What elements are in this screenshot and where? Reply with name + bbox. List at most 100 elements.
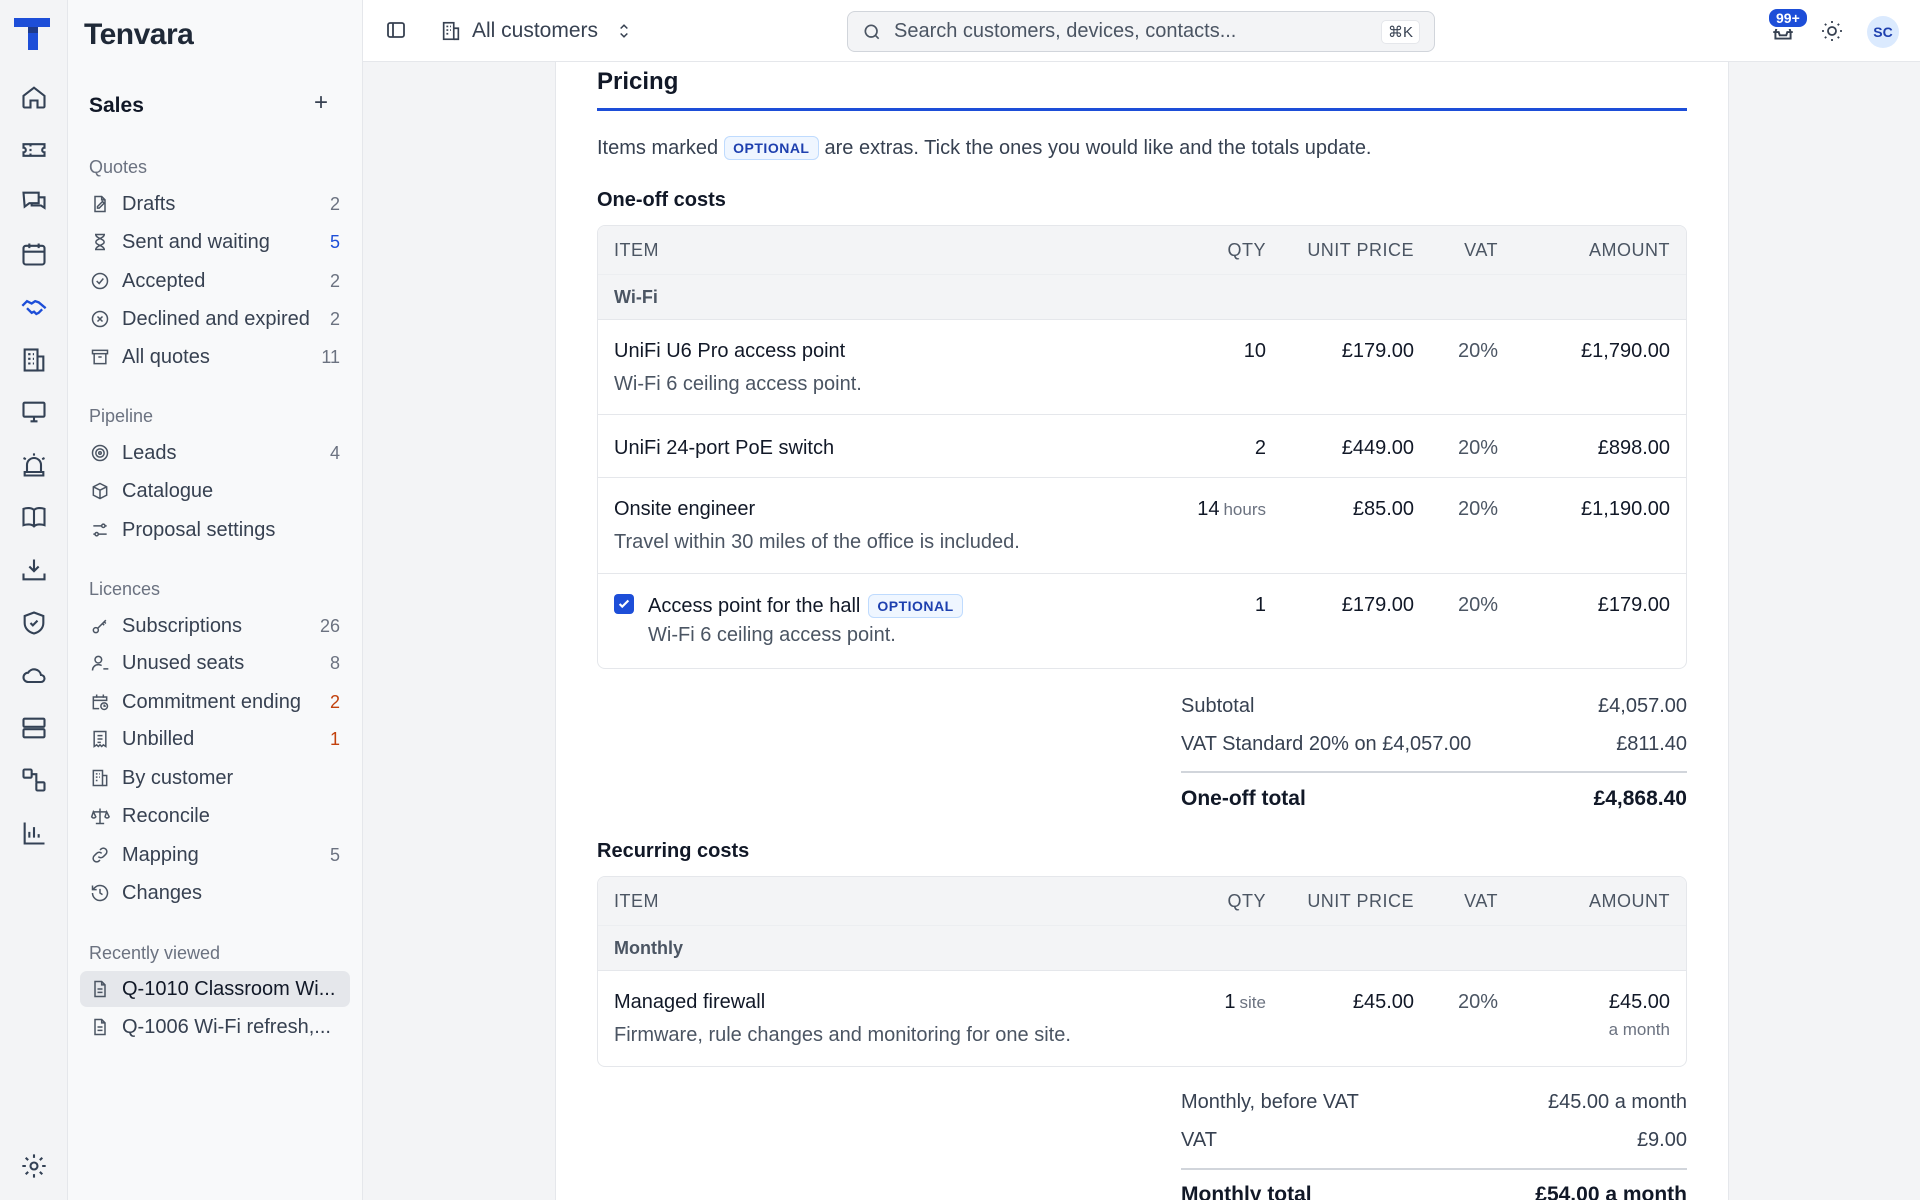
book-icon[interactable] [20, 503, 48, 531]
optional-tag: OPTIONAL [868, 594, 963, 618]
sidebar-toggle-icon[interactable] [384, 18, 408, 42]
recurring-total-row: Monthly total £54.00 a month [1181, 1183, 1687, 1200]
user-avatar[interactable]: SC [1867, 16, 1899, 48]
item-description: Travel within 30 miles of the office is … [614, 531, 1020, 553]
calendar-clock-icon [90, 692, 110, 712]
total-label: One-off total [1181, 787, 1306, 810]
sidebar-item-count: 5 [329, 231, 340, 252]
chevrons-up-down-icon [614, 21, 634, 41]
building-icon [90, 768, 110, 788]
package-icon [90, 481, 110, 501]
oneoff-heading: One-off costs [597, 189, 726, 211]
sidebar-item-count: 2 [329, 193, 340, 214]
sidebar-item-label: Proposal settings [122, 518, 276, 541]
calendar-icon[interactable] [20, 240, 48, 268]
sidebar-item-by-customer[interactable]: By customer [80, 760, 350, 796]
sidebar-item-label: Mapping [122, 843, 199, 866]
chat-icon[interactable] [20, 188, 48, 216]
sidebar-item-unused-seats[interactable]: Unused seats 8 [80, 645, 350, 681]
add-icon[interactable]: + [310, 91, 332, 115]
siren-icon[interactable] [20, 451, 48, 479]
optional-item-checkbox[interactable] [614, 594, 634, 614]
col-item: ITEM [614, 890, 659, 911]
table-row: Onsite engineer Travel within 30 miles of… [598, 478, 1686, 574]
item-name: Managed firewall [614, 991, 766, 1013]
item-vat: 20% [1457, 437, 1498, 459]
receipt-icon [90, 729, 110, 749]
x-circle-icon [90, 309, 110, 329]
chart-icon[interactable] [20, 819, 48, 847]
pricing-intro: Items marked OPTIONAL are extras. Tick t… [597, 136, 1372, 160]
workflow-icon[interactable] [20, 766, 48, 794]
before-vat-value: £45.00 a month [1548, 1091, 1687, 1113]
item-name: UniFi 24-port PoE switch [614, 437, 835, 459]
document-icon [90, 1017, 110, 1037]
table-row: UniFi 24-port PoE switch 2 £449.00 20% £… [598, 415, 1686, 478]
download-icon[interactable] [20, 556, 48, 584]
sidebar-item-label: All quotes [122, 345, 210, 368]
pricing-heading: Pricing [597, 68, 679, 95]
tenvara-logo[interactable] [12, 16, 52, 52]
draft-icon [90, 194, 110, 214]
sidebar-item-label: Commitment ending [122, 690, 301, 713]
sidebar-item-label: Drafts [122, 192, 176, 215]
theme-toggle-sun-icon[interactable] [1820, 19, 1844, 43]
sidebar-item-label: Changes [122, 881, 203, 904]
handshake-icon[interactable] [20, 293, 48, 321]
cloud-icon[interactable] [20, 661, 48, 689]
item-description: Wi-Fi 6 ceiling access point. [648, 624, 896, 646]
settings-gear-icon[interactable] [20, 1152, 48, 1180]
ticket-icon[interactable] [20, 136, 48, 164]
item-qty-unit: hours [1223, 500, 1266, 519]
sidebar-item-mapping[interactable]: Mapping 5 [80, 837, 350, 873]
item-unit-price: £449.00 [1341, 437, 1414, 459]
sidebar-item-sent-and-waiting[interactable]: Sent and waiting 5 [80, 224, 350, 260]
sidebar-item-label: Q-1010 Classroom Wi... [122, 977, 336, 1000]
sidebar-item-count: 5 [329, 844, 340, 865]
group-row-wifi: Wi-Fi [598, 274, 1686, 320]
item-qty: 14 [1197, 498, 1220, 520]
sidebar-item-unbilled[interactable]: Unbilled 1 [80, 721, 350, 757]
recent-item-q1006[interactable]: Q-1006 Wi-Fi refresh,... [80, 1009, 350, 1045]
server-icon[interactable] [20, 714, 48, 742]
sidebar-item-all-quotes[interactable]: All quotes 11 [80, 339, 350, 375]
home-icon[interactable] [20, 83, 48, 111]
item-name: Onsite engineer [614, 498, 756, 520]
sidebar-item-count: 2 [329, 308, 340, 329]
document-icon [90, 979, 110, 999]
sidebar-item-reconcile[interactable]: Reconcile [80, 798, 350, 834]
brand-name: Tenvara [84, 18, 194, 51]
sidebar-item-accepted[interactable]: Accepted 2 [80, 263, 350, 299]
building-icon[interactable] [20, 346, 48, 374]
total-value: £54.00 a month [1535, 1183, 1687, 1200]
vat-label: VAT [1181, 1129, 1217, 1151]
search-input[interactable]: Search customers, devices, contacts... ⌘… [847, 11, 1435, 52]
item-amount: £179.00 [1597, 594, 1670, 616]
item-vat: 20% [1457, 498, 1498, 520]
group-label-recent: Recently viewed [89, 943, 221, 963]
monitor-icon[interactable] [20, 398, 48, 426]
oneoff-vat-row: VAT Standard 20% on £4,057.00 £811.40 [1181, 733, 1687, 756]
heading-divider [597, 108, 1687, 111]
col-unit-price: UNIT PRICE [1307, 239, 1414, 260]
vat-value: £9.00 [1636, 1129, 1687, 1151]
sidebar-item-declined-and-expired[interactable]: Declined and expired 2 [80, 301, 350, 337]
item-amount: £898.00 [1597, 437, 1670, 459]
recent-item-q1010[interactable]: Q-1010 Classroom Wi... [80, 971, 350, 1007]
sidebar-item-catalogue[interactable]: Catalogue [80, 473, 350, 509]
sidebar-item-proposal-settings[interactable]: Proposal settings [80, 512, 350, 548]
sidebar-item-label: Accepted [122, 269, 206, 292]
customer-selector[interactable]: All customers [440, 16, 634, 46]
col-amount: AMOUNT [1589, 239, 1670, 260]
sidebar-item-changes[interactable]: Changes [80, 875, 350, 911]
sidebar-item-subscriptions[interactable]: Subscriptions 26 [80, 608, 350, 644]
sidebar-item-label: Leads [122, 441, 177, 464]
sidebar-item-leads[interactable]: Leads 4 [80, 435, 350, 471]
col-vat: VAT [1464, 239, 1498, 260]
shield-icon[interactable] [20, 609, 48, 637]
sidebar-item-drafts[interactable]: Drafts 2 [80, 186, 350, 222]
target-icon [90, 443, 110, 463]
sidebar-item-label: Reconcile [122, 804, 210, 827]
table-header: ITEM QTY UNIT PRICE VAT AMOUNT [598, 877, 1686, 925]
sidebar-item-commitment-ending[interactable]: Commitment ending 2 [80, 684, 350, 720]
